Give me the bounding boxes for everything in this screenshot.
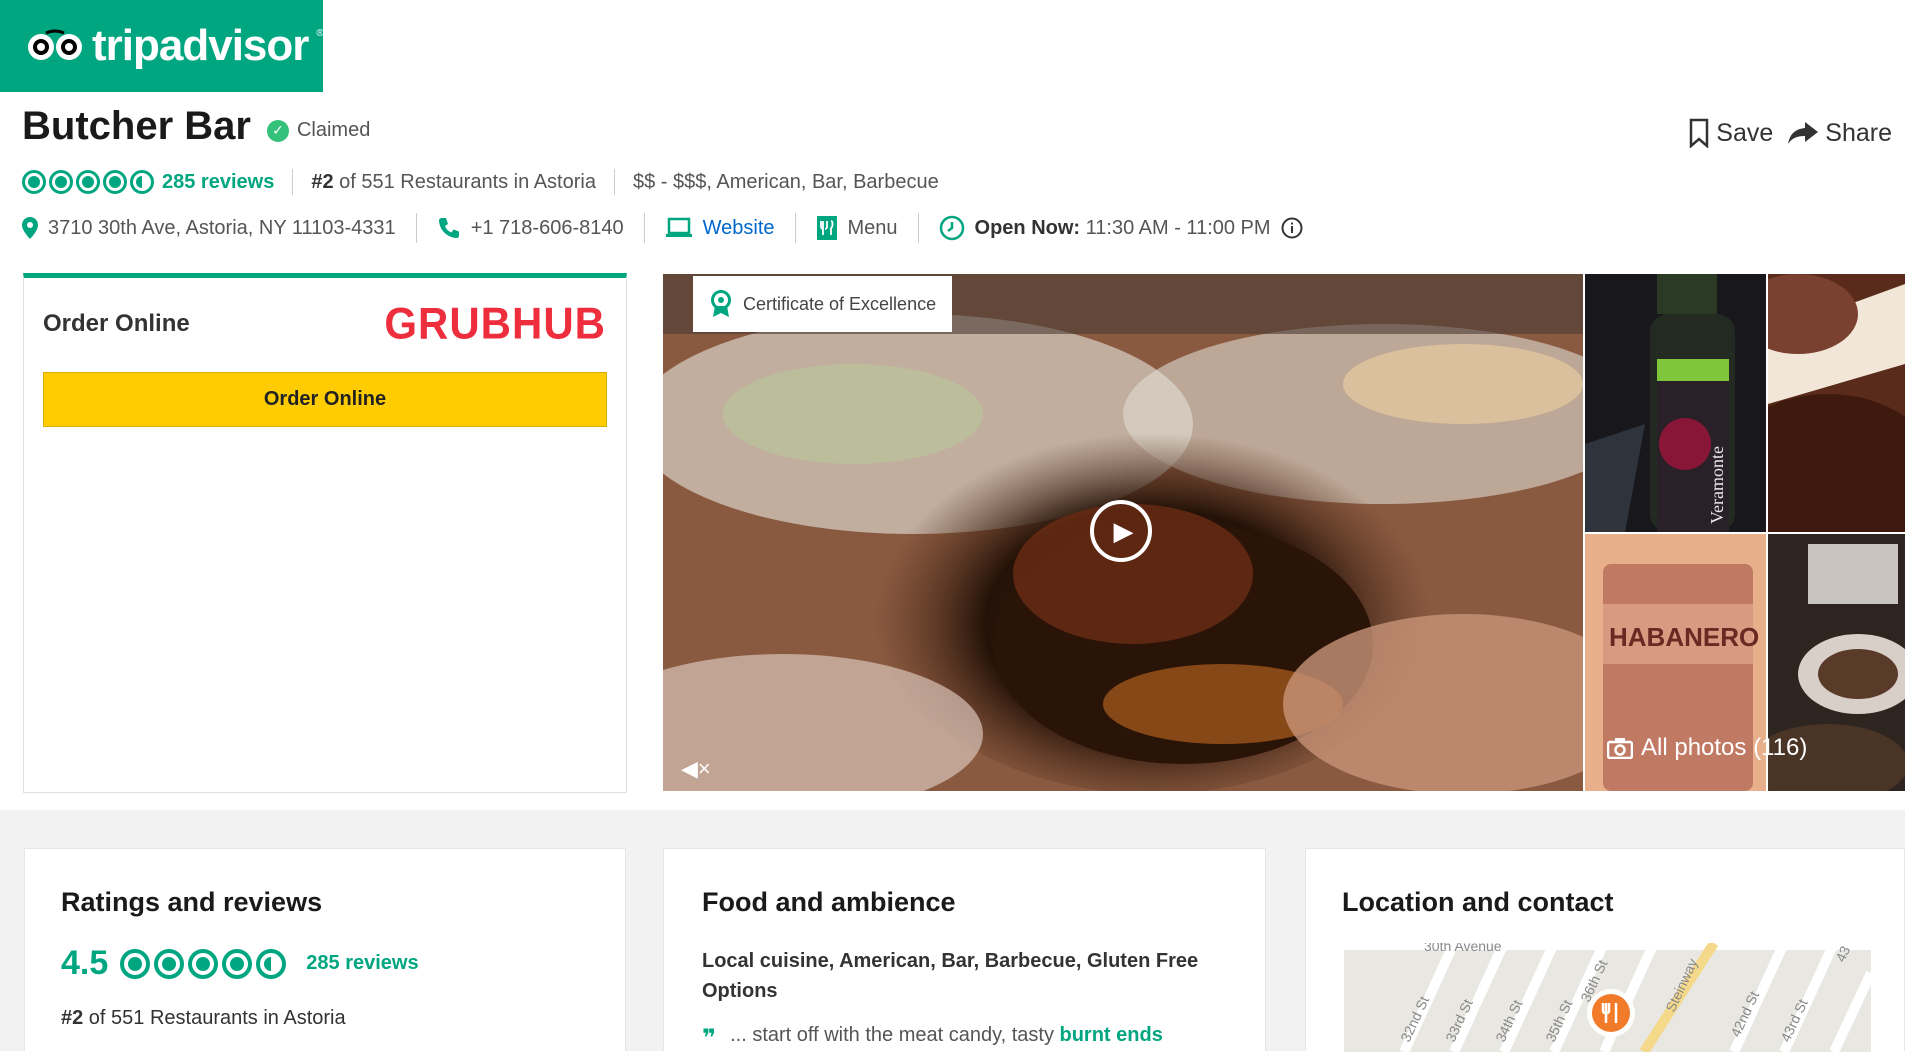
bottle-label-text: Veramonte xyxy=(1707,446,1727,524)
map-pin-icon xyxy=(22,217,38,239)
order-online-label: Order Online xyxy=(43,310,190,337)
order-online-button[interactable]: Order Online xyxy=(43,372,607,427)
hours-info[interactable]: Open Now: 11:30 AM - 11:00 PM xyxy=(939,215,1303,241)
certificate-label: Certificate of Excellence xyxy=(743,293,937,314)
bubble-half xyxy=(130,170,154,194)
cuisine-list: Local cuisine, American, Bar, Barbecue, … xyxy=(702,950,1199,1002)
claimed-label: Claimed xyxy=(296,119,371,141)
phone-link[interactable]: +1 718-606-8140 xyxy=(437,216,624,240)
rating-score: 4.5 xyxy=(61,944,109,982)
clock-icon xyxy=(939,215,964,241)
play-video-button[interactable]: ▶ xyxy=(1090,500,1152,562)
bubble-half xyxy=(256,948,287,979)
all-photos-label: All photos (116) xyxy=(1641,734,1808,761)
share-arrow-icon xyxy=(1788,122,1819,144)
snippet-text: ... start off with the meat candy, tasty xyxy=(730,1024,1060,1046)
bookmark-icon xyxy=(1690,118,1709,148)
website-text: Website xyxy=(702,216,775,239)
thumb-ribs[interactable] xyxy=(1768,274,1905,532)
camera-icon xyxy=(1607,738,1633,759)
ranking-link[interactable]: #2 of 551 Restaurants in Astoria xyxy=(311,171,596,194)
food-title: Food and ambience xyxy=(702,887,956,917)
location-title: Location and contact xyxy=(1342,887,1614,917)
photo-gallery: Certificate of Excellence ▶ ◀× Veramonte xyxy=(663,274,1905,791)
thumb-wine-bottle[interactable]: Veramonte xyxy=(1585,274,1766,532)
divider xyxy=(794,213,796,243)
bubble-full xyxy=(49,170,73,194)
location-map[interactable]: 30th Avenue 32nd St 33rd St 34th St 35th… xyxy=(1344,943,1871,1052)
award-ribbon-icon xyxy=(711,290,731,317)
owl-eyes-icon xyxy=(26,29,84,63)
order-online-panel: Order Online GRUBHUB Order Online xyxy=(23,273,627,793)
address-text: 3710 30th Ave, Astoria, NY 11103-4331 xyxy=(48,216,396,239)
ratings-reviews-link[interactable]: 285 reviews xyxy=(306,952,418,975)
website-link[interactable]: Website xyxy=(665,217,775,240)
habanero-label-text: HABANERO xyxy=(1609,622,1759,652)
tripadvisor-logo[interactable]: tripadvisor ® xyxy=(0,0,324,92)
laptop-icon xyxy=(665,217,692,237)
menu-link[interactable]: Menu xyxy=(816,215,898,241)
share-label: Share xyxy=(1825,118,1892,147)
restaurant-header: Butcher Bar ✓ Claimed Save Share 285 rev… xyxy=(22,104,1892,243)
meta-row: 285 reviews #2 of 551 Restaurants in Ast… xyxy=(22,169,1892,195)
play-icon: ▶ xyxy=(1113,515,1134,546)
reviews-link[interactable]: 285 reviews xyxy=(162,171,274,194)
hours-text: 11:30 AM - 11:00 PM xyxy=(1080,216,1271,239)
ratings-rank-number: #2 xyxy=(61,1007,84,1029)
quote-icon: ❞ xyxy=(702,1025,717,1052)
map-street-label: 30th Avenue xyxy=(1424,943,1502,954)
check-badge-icon: ✓ xyxy=(266,119,289,142)
address-link[interactable]: 3710 30th Ave, Astoria, NY 11103-4331 xyxy=(22,217,396,240)
divider xyxy=(613,169,615,195)
page-title: Butcher Bar xyxy=(22,104,251,148)
divider xyxy=(415,213,417,243)
ratings-rank-link[interactable]: #2 of 551 Restaurants in Astoria xyxy=(61,1007,625,1030)
info-row: 3710 30th Ave, Astoria, NY 11103-4331 +1… xyxy=(22,213,1892,243)
save-button[interactable]: Save xyxy=(1688,118,1773,148)
rating-bubbles-large xyxy=(120,948,287,979)
rating-summary: 4.5 285 reviews xyxy=(61,944,625,983)
registered-mark: ® xyxy=(316,28,324,39)
menu-book-icon xyxy=(816,216,837,240)
bubble-full xyxy=(76,170,100,194)
share-button[interactable]: Share xyxy=(1787,119,1892,148)
all-photos-button[interactable]: All photos (116) xyxy=(1607,734,1807,762)
divider xyxy=(292,169,294,195)
food-ambience-card: Food and ambience Local cuisine, America… xyxy=(663,848,1266,1053)
price-cuisine-link[interactable]: $$ - $$$, American, Bar, Barbecue xyxy=(633,171,939,194)
divider xyxy=(643,213,645,243)
header-actions: Save Share xyxy=(1688,118,1892,148)
snippet-link[interactable]: burnt ends xyxy=(1060,1024,1163,1046)
grubhub-logo: GRUBHUB xyxy=(384,298,606,349)
ratings-card: Ratings and reviews 4.5 285 reviews #2 o… xyxy=(24,848,626,1051)
divider xyxy=(917,213,919,243)
certificate-badge: Certificate of Excellence xyxy=(693,276,953,332)
ratings-title: Ratings and reviews xyxy=(61,887,323,917)
rank-text: of 551 Restaurants in Astoria xyxy=(333,170,596,193)
brand-wordmark: tripadvisor xyxy=(92,21,309,70)
phone-icon xyxy=(438,218,459,238)
phone-text: +1 718-606-8140 xyxy=(470,216,624,239)
mute-speaker-icon[interactable]: ◀× xyxy=(681,756,711,782)
main-video-photo[interactable]: Certificate of Excellence ▶ ◀× xyxy=(663,274,1583,791)
rating-bubbles xyxy=(22,170,154,194)
bubble-full xyxy=(22,170,46,194)
bubble-full xyxy=(154,948,185,979)
restaurant-map-pin-icon[interactable] xyxy=(1587,989,1635,1037)
bubble-full xyxy=(103,170,127,194)
open-now-label: Open Now: xyxy=(974,216,1081,239)
ratings-rank-text: of 551 Restaurants in Astoria xyxy=(83,1007,346,1029)
info-circle-icon[interactable] xyxy=(1281,217,1303,239)
bubble-full xyxy=(120,948,151,979)
menu-text: Menu xyxy=(847,216,898,239)
rank-number: #2 xyxy=(311,170,334,193)
review-snippet: ❞ ... start off with the meat candy, tas… xyxy=(702,1024,1265,1053)
bubble-full xyxy=(222,948,253,979)
claimed-badge: ✓ Claimed xyxy=(266,119,371,142)
location-card: Location and contact 30th Avenue 32nd St… xyxy=(1305,848,1905,1052)
save-label: Save xyxy=(1716,118,1774,147)
bubble-full xyxy=(188,948,219,979)
